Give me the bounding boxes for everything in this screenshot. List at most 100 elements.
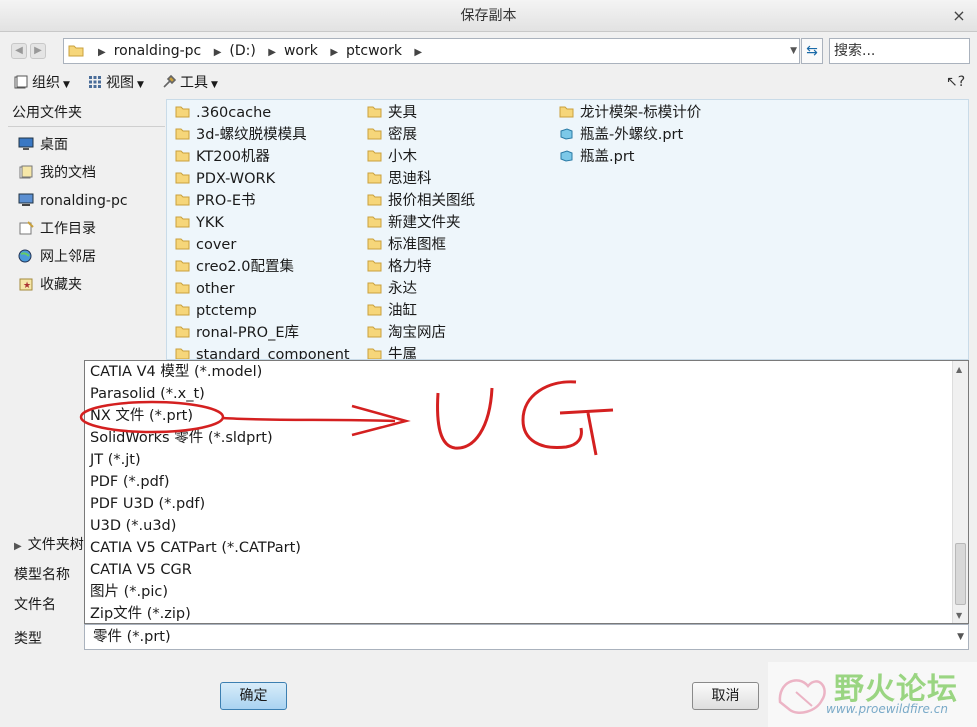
view-menu[interactable]: 视图 ▼ [88, 72, 144, 94]
part-file-icon [560, 128, 573, 140]
folder-tree-toggle[interactable]: ▶ 文件夹树 [14, 534, 84, 554]
type-option[interactable]: 图片 (*.pic) [85, 581, 968, 603]
watermark-url: www.proewildfire.cn [826, 702, 948, 716]
file-item[interactable]: 夹具 [367, 102, 475, 124]
type-option[interactable]: SolidWorks 零件 (*.sldprt) [85, 427, 968, 449]
file-item[interactable]: cover [175, 234, 350, 256]
file-item-name: other [196, 281, 235, 297]
file-item[interactable]: 3d-螺纹脱模模具 [175, 124, 350, 146]
scroll-down-icon[interactable]: ▼ [956, 611, 962, 620]
file-item[interactable]: 瓶盖.prt [559, 146, 701, 168]
ok-button[interactable]: 确定 [220, 682, 287, 710]
file-item[interactable]: ronal-PRO_E库 [175, 322, 350, 344]
desktop-icon [18, 137, 34, 150]
chevron-down-icon[interactable]: ▼ [957, 625, 964, 649]
folder-icon [175, 326, 190, 338]
sidebar-item-working-directory[interactable]: 工作目录 [8, 215, 165, 243]
file-item[interactable]: 格力特 [367, 256, 475, 278]
file-item[interactable]: YKK [175, 212, 350, 234]
file-item-name: 油缸 [388, 303, 417, 319]
window-title: 保存副本 [460, 8, 517, 24]
file-item[interactable]: 思迪科 [367, 168, 475, 190]
folder-icon [367, 304, 382, 316]
view-label: 视图 [106, 75, 134, 91]
folder-icon [367, 348, 382, 359]
type-label: 类型 [14, 631, 42, 647]
type-option[interactable]: CATIA V5 CATPart (*.CATPart) [85, 537, 968, 559]
file-item-name: creo2.0配置集 [196, 259, 294, 275]
file-item[interactable]: 瓶盖-外螺纹.prt [559, 124, 701, 146]
type-option[interactable]: NX 文件 (*.prt) [85, 405, 968, 427]
scroll-thumb[interactable] [955, 543, 966, 605]
file-item[interactable]: PDX-WORK [175, 168, 350, 190]
type-select[interactable]: 零件 (*.prt) ▼ [84, 624, 969, 650]
search-input[interactable]: 搜索... [829, 38, 970, 64]
file-item[interactable]: 标准图框 [367, 234, 475, 256]
type-option[interactable]: JT (*.jt) [85, 449, 968, 471]
breadcrumb-ptcwork[interactable]: ptcwork [346, 43, 402, 59]
tools-icon [163, 75, 176, 88]
refresh-icon[interactable]: ⇆ [801, 38, 823, 64]
sidebar-item-favorites[interactable]: ★ 收藏夹 [8, 271, 165, 299]
sidebar-item-desktop[interactable]: 桌面 [8, 131, 165, 159]
tools-label: 工具 [180, 75, 208, 91]
favorites-icon: ★ [19, 278, 33, 291]
folder-icon [175, 128, 190, 140]
file-item[interactable]: 新建文件夹 [367, 212, 475, 234]
folder-icon [367, 326, 382, 338]
folder-icon [367, 282, 382, 294]
address-bar[interactable]: ▶ ronalding-pc ▶ (D:) ▶ work ▶ ptcwork ▶ ▼ [63, 38, 800, 64]
file-item[interactable]: 永达 [367, 278, 475, 300]
type-option[interactable]: PDF (*.pdf) [85, 471, 968, 493]
folder-icon [367, 128, 382, 140]
breadcrumb-drive[interactable]: (D:) [229, 43, 255, 59]
file-item[interactable]: creo2.0配置集 [175, 256, 350, 278]
file-item-name: .360cache [196, 105, 272, 121]
organize-menu[interactable]: 组织 ▼ [14, 72, 70, 94]
folder-icon [175, 348, 190, 359]
dropdown-scrollbar[interactable]: ▲ ▼ [952, 361, 968, 623]
folder-icon [367, 194, 382, 206]
cancel-button[interactable]: 取消 [692, 682, 759, 710]
type-dropdown-list[interactable]: CATIA V4 模型 (*.model) Parasolid (*.x_t) NX… [84, 360, 969, 624]
type-option[interactable]: CATIA V4 模型 (*.model) [85, 361, 968, 383]
file-item[interactable]: ptctemp [175, 300, 350, 322]
file-item[interactable]: 油缸 [367, 300, 475, 322]
folder-icon [175, 194, 190, 206]
file-item-name: 新建文件夹 [388, 215, 461, 231]
type-option[interactable]: Zip文件 (*.zip) [85, 603, 968, 623]
type-option[interactable]: Parasolid (*.x_t) [85, 383, 968, 405]
close-icon[interactable]: × [949, 0, 969, 32]
network-icon [18, 249, 32, 263]
back-icon[interactable]: ◀ [11, 43, 27, 59]
file-item[interactable]: PRO-E书 [175, 190, 350, 212]
file-item[interactable]: 淘宝网店 [367, 322, 475, 344]
type-option[interactable]: CATIA V5 CGR [85, 559, 968, 581]
toolbar: 组织 ▼ 视图 ▼ 工具 ▼ ↖? [0, 69, 977, 97]
sidebar-item-computer[interactable]: ronalding-pc [8, 187, 165, 215]
breadcrumb-computer[interactable]: ronalding-pc [114, 43, 202, 59]
file-item[interactable]: other [175, 278, 350, 300]
tools-menu[interactable]: 工具 ▼ [162, 72, 218, 94]
scroll-up-icon[interactable]: ▲ [956, 365, 962, 374]
type-option[interactable]: PDF U3D (*.pdf) [85, 493, 968, 515]
file-item[interactable]: .360cache [175, 102, 350, 124]
forward-icon[interactable]: ▶ [30, 43, 46, 59]
folder-icon [175, 260, 190, 272]
file-item[interactable]: 牛属 [367, 344, 475, 359]
type-option[interactable]: U3D (*.u3d) [85, 515, 968, 537]
file-item-name: KT200机器 [196, 149, 270, 165]
breadcrumb-work[interactable]: work [284, 43, 318, 59]
file-item[interactable]: 密展 [367, 124, 475, 146]
file-item[interactable]: KT200机器 [175, 146, 350, 168]
chevron-down-icon[interactable]: ▼ [790, 46, 797, 56]
sidebar-item-network[interactable]: 网上邻居 [8, 243, 165, 271]
help-pointer-icon[interactable]: ↖? [946, 74, 965, 90]
file-item-name: 格力特 [388, 259, 432, 275]
file-item-name: 瓶盖.prt [580, 149, 635, 165]
file-item[interactable]: standard_component [175, 344, 350, 359]
file-item[interactable]: 龙计模架-标模计价 [559, 102, 701, 124]
sidebar-item-documents[interactable]: 我的文档 [8, 159, 165, 187]
file-item[interactable]: 小木 [367, 146, 475, 168]
file-item[interactable]: 报价相关图纸 [367, 190, 475, 212]
